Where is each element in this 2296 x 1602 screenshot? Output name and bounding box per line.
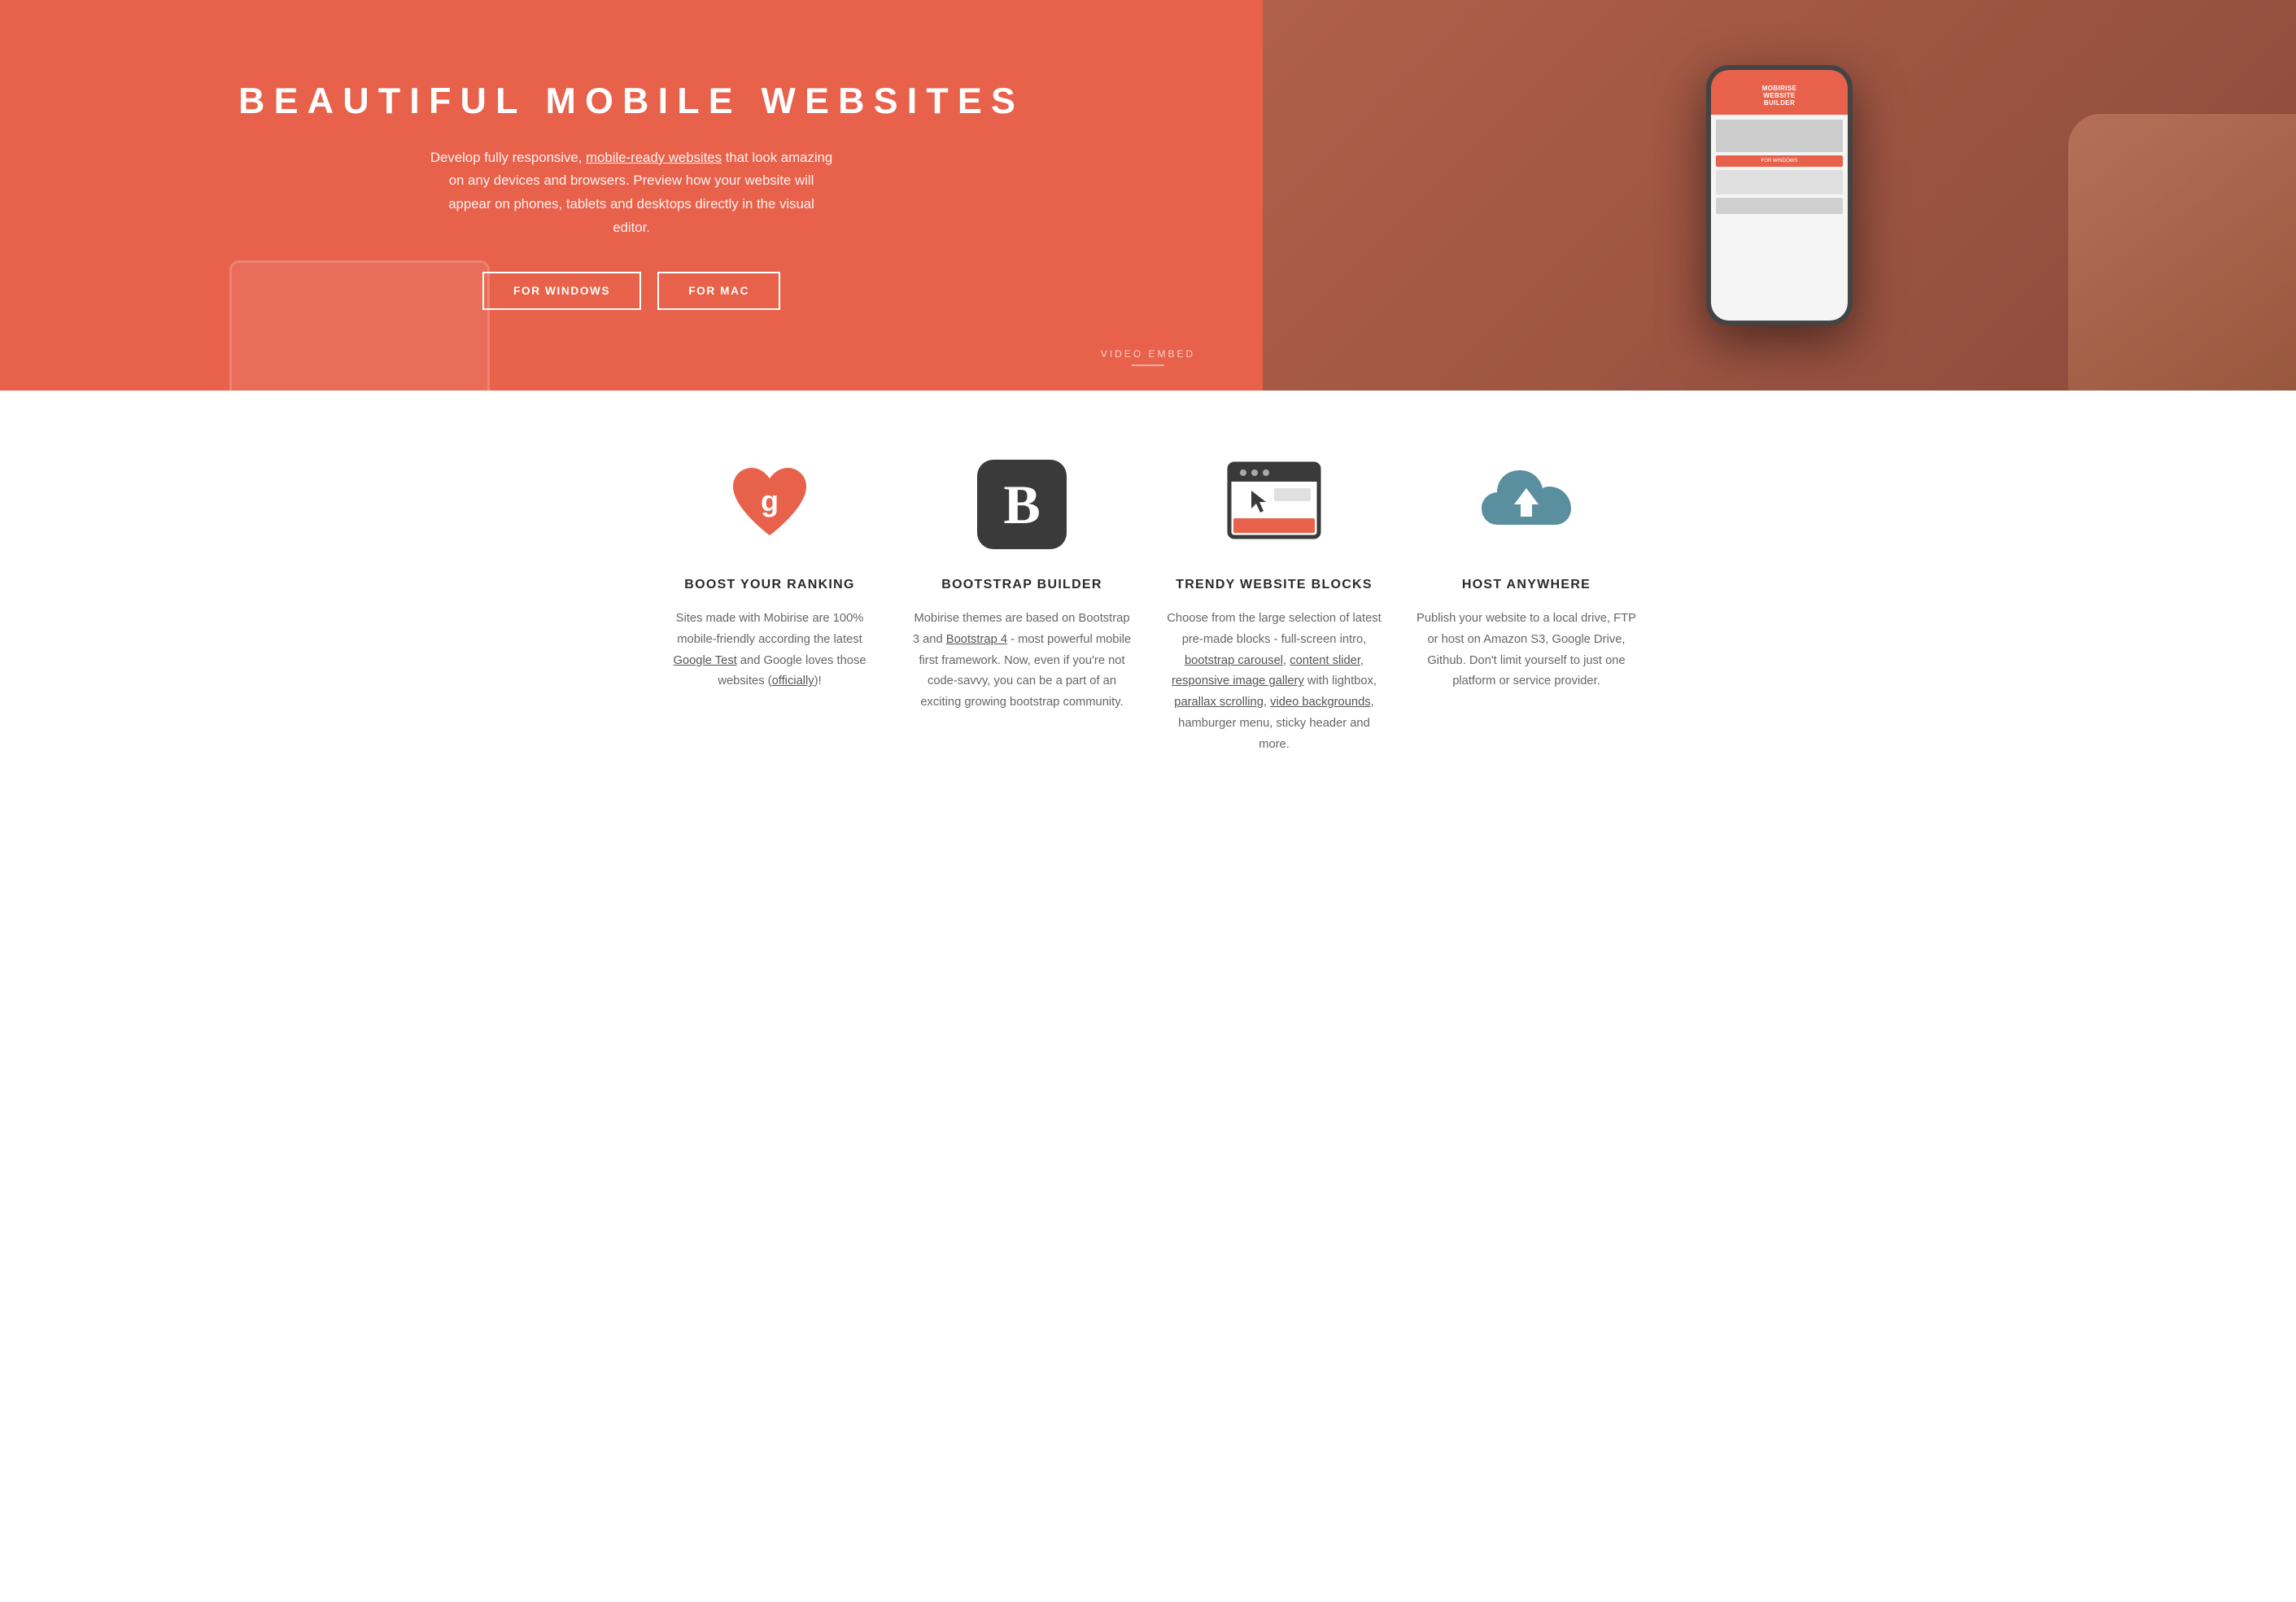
host-anywhere-title: HOST ANYWHERE <box>1462 578 1591 592</box>
svg-text:g: g <box>761 484 779 517</box>
boost-ranking-desc: Sites made with Mobirise are 100% mobile… <box>660 609 880 692</box>
boost-ranking-icon: g <box>721 456 818 553</box>
host-anywhere-icon <box>1478 456 1575 553</box>
hero-buttons: FOR WINDOWS FOR MAC <box>482 272 780 310</box>
bootstrap-carousel-link[interactable]: bootstrap carousel <box>1185 654 1283 667</box>
browser-blocks-icon <box>1225 460 1323 549</box>
phone-screen-body: FOR WINDOWS <box>1711 115 1848 321</box>
hero-desc-prefix: Develop fully responsive, <box>430 150 586 165</box>
video-embed-label: VIDEO EMBED <box>1101 348 1195 366</box>
hero-description: Develop fully responsive, mobile-ready w… <box>428 146 835 239</box>
cloud-upload-icon <box>1478 464 1575 545</box>
bootstrap-icon: B <box>973 456 1071 553</box>
bootstrap4-link[interactable]: Bootstrap 4 <box>946 633 1007 646</box>
phone-screen-cta: FOR WINDOWS <box>1716 155 1843 167</box>
responsive-gallery-link[interactable]: responsive image gallery <box>1172 674 1304 688</box>
boost-ranking-title: BOOST YOUR RANKING <box>684 578 854 592</box>
content-slider-link[interactable]: content slider <box>1290 654 1360 667</box>
hero-title: BEAUTIFUL MOBILE WEBSITES <box>238 81 1024 122</box>
heart-google-icon: g <box>725 464 814 545</box>
video-label-line <box>1132 364 1164 366</box>
feature-bootstrap: B BOOTSTRAP BUILDER Mobirise themes are … <box>912 456 1132 755</box>
video-backgrounds-link[interactable]: video backgrounds <box>1270 696 1371 709</box>
features-grid: g BOOST YOUR RANKING Sites made with Mob… <box>660 456 1636 755</box>
bootstrap-b-icon: B <box>977 460 1067 549</box>
officially-link[interactable]: officially <box>772 674 814 688</box>
host-anywhere-desc: Publish your website to a local drive, F… <box>1416 609 1636 692</box>
feature-boost-ranking: g BOOST YOUR RANKING Sites made with Mob… <box>660 456 880 755</box>
trendy-blocks-icon <box>1225 456 1323 553</box>
bootstrap-desc: Mobirise themes are based on Bootstrap 3… <box>912 609 1132 714</box>
feature-trendy-blocks: TRENDY WEBSITE BLOCKS Choose from the la… <box>1164 456 1384 755</box>
hero-desc-link[interactable]: mobile-ready websites <box>586 150 722 165</box>
parallax-link[interactable]: parallax scrolling <box>1174 696 1264 709</box>
phone-frame: MOBIRISEWEBSITEBUILDER FOR WINDOWS <box>1706 65 1853 325</box>
windows-button[interactable]: FOR WINDOWS <box>482 272 641 310</box>
hero-phone-mockup: MOBIRISEWEBSITEBUILDER FOR WINDOWS <box>1263 0 2296 391</box>
mac-button[interactable]: FOR MAC <box>657 272 780 310</box>
bootstrap-title: BOOTSTRAP BUILDER <box>941 578 1102 592</box>
hand-background <box>2068 114 2296 391</box>
hero-section: BEAUTIFUL MOBILE WEBSITES Develop fully … <box>0 0 2296 391</box>
phone-screen-header: MOBIRISEWEBSITEBUILDER <box>1711 70 1848 115</box>
trendy-blocks-title: TRENDY WEBSITE BLOCKS <box>1176 578 1373 592</box>
feature-host-anywhere: HOST ANYWHERE Publish your website to a … <box>1416 456 1636 755</box>
features-section: g BOOST YOUR RANKING Sites made with Mob… <box>0 391 2296 804</box>
trendy-blocks-desc: Choose from the large selection of lates… <box>1164 609 1384 755</box>
hero-image-side: MOBIRISEWEBSITEBUILDER FOR WINDOWS <box>1263 0 2296 391</box>
phone-screen: MOBIRISEWEBSITEBUILDER FOR WINDOWS <box>1711 70 1848 321</box>
hero-content: BEAUTIFUL MOBILE WEBSITES Develop fully … <box>0 0 1263 391</box>
google-test-link[interactable]: Google Test <box>673 654 736 667</box>
